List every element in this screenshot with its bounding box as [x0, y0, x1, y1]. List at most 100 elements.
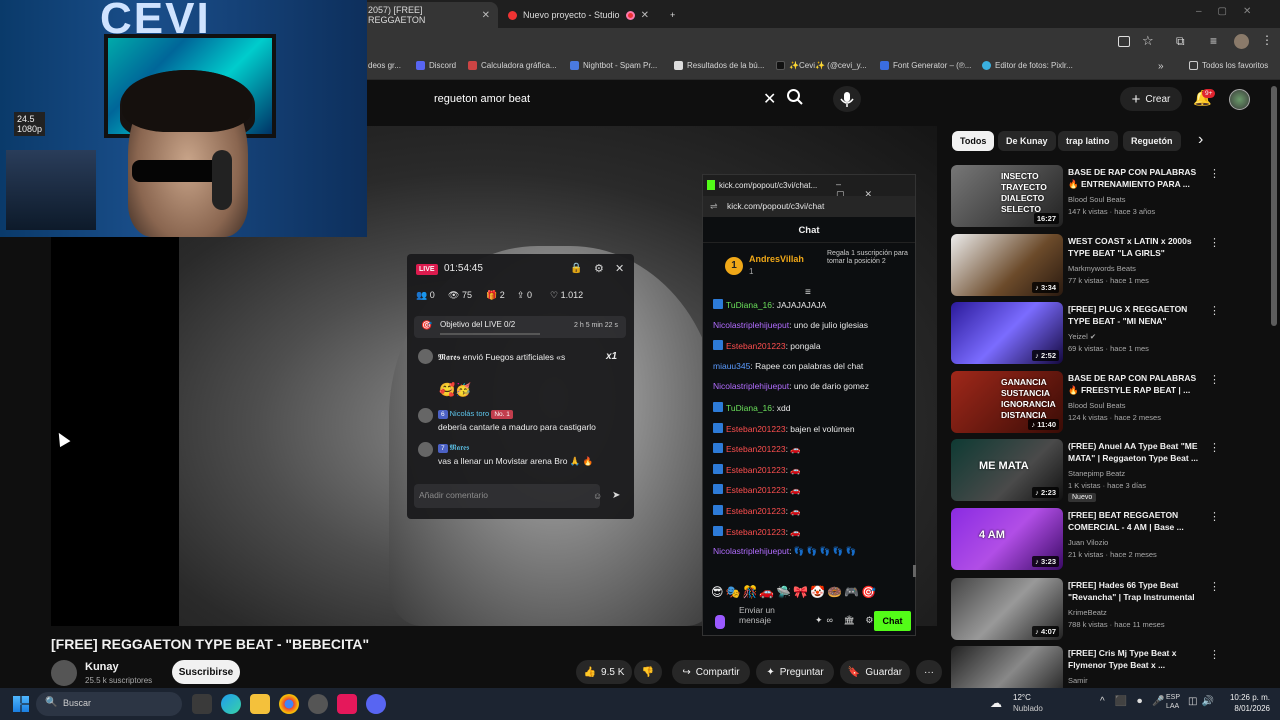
- emoji-icon[interactable]: ☺: [593, 491, 602, 501]
- windows-start-icon[interactable]: [13, 696, 29, 712]
- chat-username[interactable]: Nicolastriplehijueput: [713, 320, 789, 330]
- live-goal[interactable]: 🎯 Objetivo del LIVE 0/2 2 h 5 min 22 s: [414, 316, 626, 338]
- chat-username[interactable]: TuDiana_16: [726, 403, 772, 413]
- recommendation-thumbnail[interactable]: INSECTO TRAYECTO DIALECTO SELECTO 16:27: [951, 165, 1063, 227]
- obs-icon[interactable]: [308, 694, 328, 714]
- kick-toolbar-icons[interactable]: ✦∞ 🏛 ⚙: [815, 615, 877, 626]
- chip-trap-latino[interactable]: trap latino: [1058, 131, 1118, 151]
- recommendation-item[interactable]: ME MATA ♪ 2:23 (FREE) Anuel AA Type Beat "…: [951, 439, 1220, 502]
- emote-bar[interactable]: 😎🎭🎊🚗🛸🎀🤡🍩🎮🎯: [711, 585, 878, 599]
- more-options-icon[interactable]: ⋮: [1209, 373, 1220, 386]
- settings-icon[interactable]: ⚙: [594, 262, 604, 275]
- bookmark-calculadora[interactable]: Calculadora gráfica...: [468, 61, 557, 70]
- kick-chat-button[interactable]: Chat: [874, 611, 911, 631]
- tray-icons[interactable]: ^⬛⏺🎤: [1100, 696, 1175, 707]
- more-options-icon[interactable]: ⋮: [1209, 580, 1220, 593]
- taskbar-search[interactable]: 🔍 Buscar: [36, 692, 182, 716]
- bookmark-pixlr[interactable]: Editor de fotos: Pixlr...: [982, 61, 1073, 70]
- recommendation-thumbnail[interactable]: ♪ 3:34: [951, 234, 1063, 296]
- send-message-input[interactable]: Enviar un mensaje: [739, 605, 785, 625]
- recommendation-item[interactable]: ♪ 2:52 [FREE] PLUG X REGGAETON TYPE BEAT …: [951, 302, 1220, 364]
- mic-icon[interactable]: [715, 615, 725, 629]
- recommendation-thumbnail[interactable]: ME MATA ♪ 2:23: [951, 439, 1063, 501]
- bookmark-font-generator[interactable]: Font Generator – (℗...: [880, 61, 971, 70]
- recommendation-title[interactable]: BASE DE RAP CON PALABRAS 🔥 ENTRENAMIENTO…: [1068, 166, 1202, 190]
- like-button[interactable]: 👍 9.5 K: [576, 660, 632, 684]
- clear-search-icon[interactable]: ✕: [763, 89, 776, 109]
- bookmark-discord[interactable]: Discord: [416, 61, 456, 70]
- more-bookmarks-icon[interactable]: »: [1158, 61, 1164, 72]
- chat-username[interactable]: TuDiana_16: [726, 300, 772, 310]
- recommendation-channel[interactable]: Markmywords Beats: [1068, 264, 1136, 273]
- recommendation-title[interactable]: [FREE] Hades 66 Type Beat "Revancha" | T…: [1068, 579, 1202, 605]
- extensions-icon[interactable]: ⧉: [1176, 34, 1185, 49]
- subscribe-button[interactable]: Suscribirse: [172, 660, 240, 684]
- menu-kebab-icon[interactable]: ⋮: [1261, 33, 1273, 47]
- chat-username[interactable]: miauu345: [713, 361, 750, 371]
- tab-youtube[interactable]: 2057) [FREE] REGGAETON ✕: [360, 2, 498, 28]
- voice-search-button[interactable]: [833, 86, 861, 112]
- profile-avatar[interactable]: [1234, 34, 1249, 49]
- recommendation-item[interactable]: 4 AM ♪ 3:23 [FREE] BEAT REGGAETON COMERCIA…: [951, 508, 1220, 570]
- ask-button[interactable]: ✦ Preguntar: [756, 660, 834, 684]
- recommendation-item[interactable]: GANANCIA SUSTANCIA IGNORANCIA DISTANCIA ♪…: [951, 371, 1220, 433]
- search-button[interactable]: [786, 88, 816, 110]
- close-icon[interactable]: ✕: [615, 262, 624, 275]
- recommendation-title[interactable]: [FREE] Cris Mj Type Beat x Flymenor Type…: [1068, 647, 1202, 671]
- more-options-icon[interactable]: ⋮: [1209, 167, 1220, 180]
- media-icon[interactable]: ≡: [1210, 34, 1217, 48]
- network-volume-icons[interactable]: ◫🔊: [1188, 696, 1218, 707]
- recommendation-item[interactable]: ♪ 4:07 [FREE] Hades 66 Type Beat "Revanch…: [951, 578, 1220, 640]
- window-controls[interactable]: –▢✕: [1196, 6, 1267, 17]
- chat-username[interactable]: Esteban201223: [726, 444, 786, 454]
- weather-temp[interactable]: 12°C: [1013, 693, 1031, 702]
- recommendation-thumbnail[interactable]: GANANCIA SUSTANCIA IGNORANCIA DISTANCIA ♪…: [951, 371, 1063, 433]
- recommendation-title[interactable]: BASE DE RAP CON PALABRAS 🔥 FREESTYLE RAP…: [1068, 372, 1202, 396]
- chip-regueton[interactable]: Reguetón: [1123, 131, 1181, 151]
- cast-icon[interactable]: [1118, 36, 1130, 47]
- create-button[interactable]: + Crear: [1120, 87, 1182, 111]
- discord-icon[interactable]: [366, 694, 386, 714]
- recommendation-channel[interactable]: Stanepimp Beatz: [1068, 469, 1125, 478]
- channel-name[interactable]: Kunay: [85, 661, 119, 673]
- page-scrollbar[interactable]: [1271, 86, 1277, 326]
- more-options-icon[interactable]: ⋮: [1209, 648, 1220, 661]
- recommendation-item[interactable]: ♪ 3:34 WEST COAST x LATIN x 2000s TYPE BE…: [951, 234, 1220, 296]
- comment-input[interactable]: Añadir comentario: [414, 484, 600, 508]
- close-tab-icon[interactable]: ✕: [482, 10, 490, 21]
- task-view-icon[interactable]: [192, 694, 212, 714]
- clock-time[interactable]: 10:26 p. m.: [1226, 693, 1270, 702]
- kick-url-bar[interactable]: ⇌ kick.com/popout/c3vi/chat: [703, 196, 915, 217]
- star-icon[interactable]: ☆: [1142, 33, 1154, 49]
- recommendation-title[interactable]: (FREE) Anuel AA Type Beat "ME MATA" | Re…: [1068, 440, 1202, 464]
- more-options-icon[interactable]: ⋮: [1209, 304, 1220, 317]
- chat-username[interactable]: Esteban201223: [726, 527, 786, 537]
- recommendation-channel[interactable]: Samir: [1068, 676, 1088, 685]
- more-options-icon[interactable]: ⋮: [1209, 441, 1220, 454]
- save-button[interactable]: 🔖 Guardar: [840, 660, 910, 684]
- chevron-right-icon[interactable]: ›: [1198, 131, 1203, 149]
- recommendation-thumbnail[interactable]: 4 AM ♪ 3:23: [951, 508, 1063, 570]
- recommendation-title[interactable]: WEST COAST x LATIN x 2000s TYPE BEAT "LA…: [1068, 235, 1202, 259]
- bookmark-tiktok[interactable]: ✨Cevi✨ (@cevi_y...: [776, 61, 867, 70]
- chat-username[interactable]: Esteban201223: [726, 341, 786, 351]
- bookmark-resultados[interactable]: Resultados de la bú...: [674, 61, 764, 70]
- all-bookmarks[interactable]: Todos los favoritos: [1189, 61, 1268, 70]
- recommendation-channel[interactable]: Juan Vilozio: [1068, 538, 1108, 547]
- chip-de-kunay[interactable]: De Kunay: [998, 131, 1056, 151]
- chrome-icon[interactable]: [279, 694, 299, 714]
- kick-top-gifter[interactable]: 1 AndresVillah 1 Regala 1 suscripción pa…: [715, 247, 908, 287]
- recommendation-thumbnail[interactable]: ♪ 2:52: [951, 302, 1063, 364]
- more-options-icon[interactable]: ⋮: [1209, 510, 1220, 523]
- chip-todos[interactable]: Todos: [952, 131, 995, 151]
- new-tab-button[interactable]: +: [662, 2, 682, 28]
- file-explorer-icon[interactable]: [250, 694, 270, 714]
- share-button[interactable]: ↪ Compartir: [672, 660, 750, 684]
- dislike-button[interactable]: 👎: [634, 660, 662, 684]
- recommendation-channel[interactable]: Blood Soul Beats: [1068, 401, 1126, 410]
- search-input[interactable]: regueton amor beat: [424, 86, 780, 112]
- lock-icon[interactable]: 🔒: [570, 263, 582, 274]
- bookmark-item[interactable]: deos gr...: [368, 61, 401, 70]
- edge-icon[interactable]: [221, 694, 241, 714]
- filter-icon[interactable]: ≡: [805, 287, 811, 298]
